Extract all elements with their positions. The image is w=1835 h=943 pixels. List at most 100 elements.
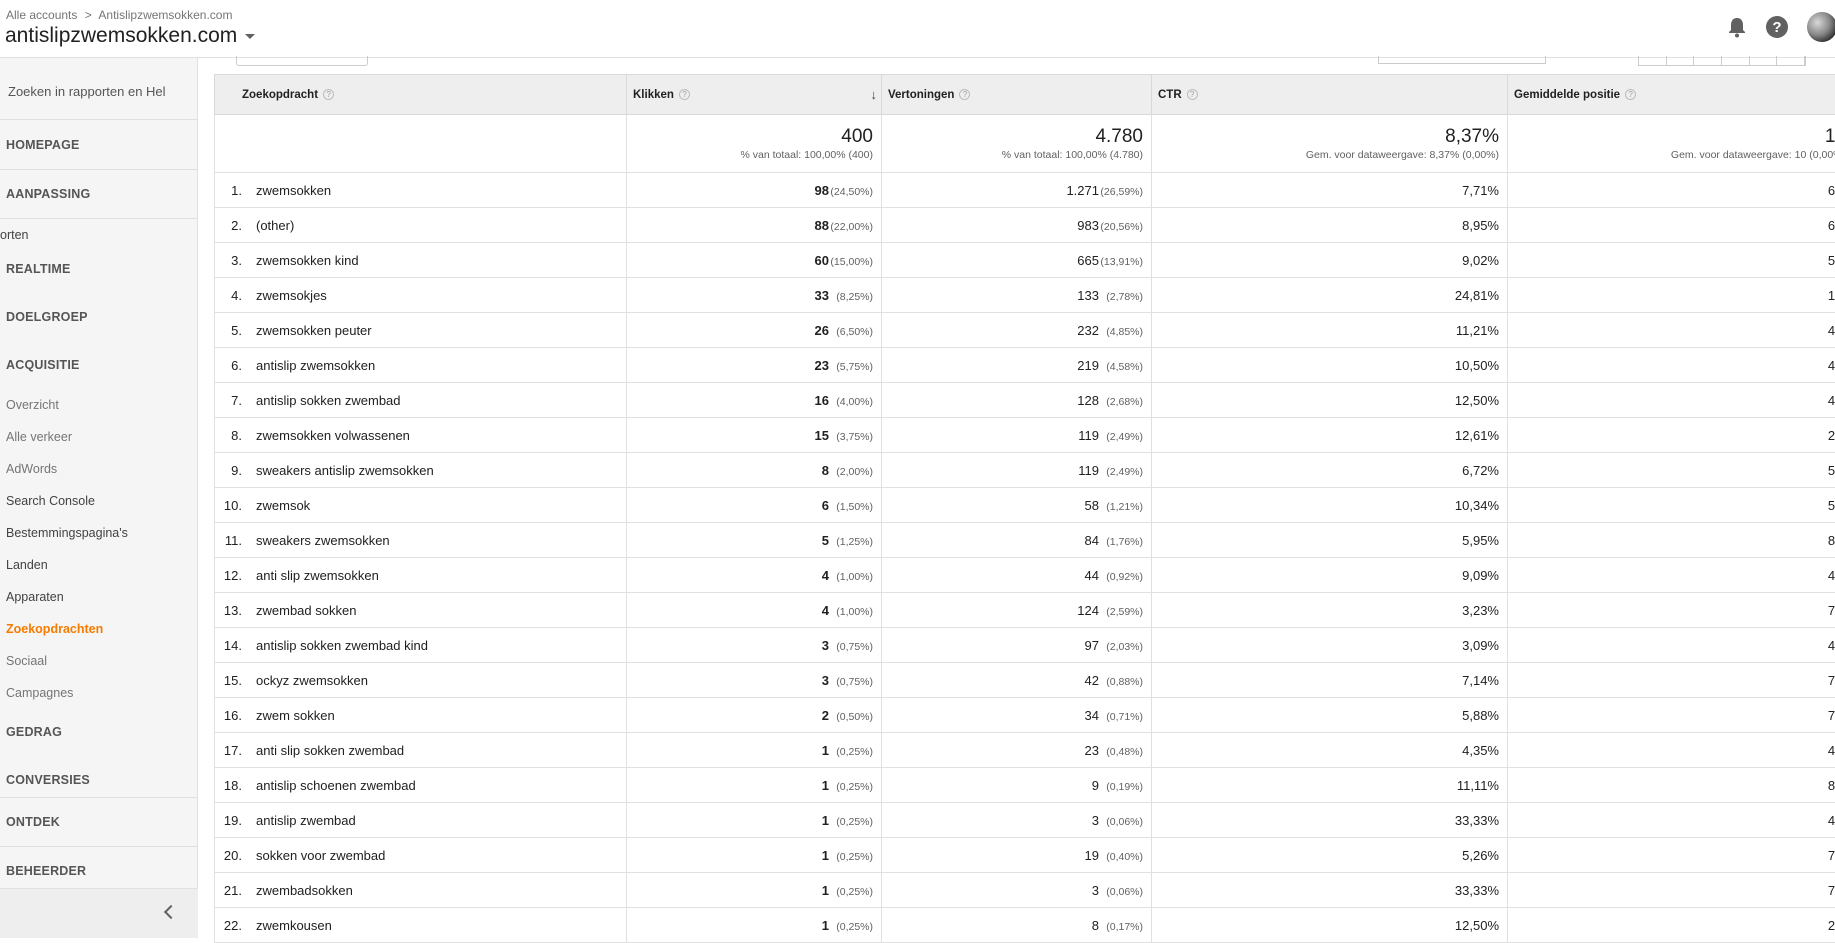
clicks-percent: (2,00%) — [829, 466, 873, 478]
view-comparison-button[interactable] — [1722, 56, 1750, 65]
clicks-value: 16 — [815, 393, 829, 408]
position-cell: 5,7 — [1508, 243, 1835, 278]
clicks-cell: 4(1,00%) — [627, 558, 882, 593]
position-value: 7,0 — [1828, 673, 1835, 688]
clicks-cell: 2(0,50%) — [627, 698, 882, 733]
column-header-clicks[interactable]: Klikken?↓ — [627, 75, 882, 115]
query-link[interactable]: zwemsokken peuter — [256, 323, 372, 338]
query-link[interactable]: antislip sokken zwembad kind — [256, 638, 428, 653]
breadcrumb-all-accounts[interactable]: Alle accounts — [6, 8, 77, 22]
query-link[interactable]: antislip zwemsokken — [256, 358, 375, 373]
query-link[interactable]: zwemkousen — [256, 918, 332, 933]
nav-acquisitie-sociaal[interactable]: Sociaal — [6, 654, 47, 668]
view-pivot-button[interactable] — [1750, 56, 1778, 65]
position-cell: 4,4 — [1508, 383, 1835, 418]
nav-aanpassing[interactable]: AANPASSING — [6, 187, 90, 201]
nav-zoekopdrachten[interactable]: Zoekopdrachten — [6, 622, 103, 636]
user-avatar[interactable] — [1807, 12, 1835, 42]
impressions-value: 8 — [1092, 918, 1099, 933]
clicks-value: 1 — [822, 778, 829, 793]
sidebar-collapse-button[interactable] — [0, 888, 198, 938]
segment-dropdown[interactable] — [236, 56, 368, 66]
position-value: 8,4 — [1828, 533, 1835, 548]
table-search-box[interactable] — [1378, 56, 1546, 64]
view-percentage-button[interactable] — [1667, 56, 1695, 65]
query-link[interactable]: sweakers antislip zwemsokken — [256, 463, 434, 478]
nav-acquisitie-overzicht[interactable]: Overzicht — [6, 398, 59, 412]
nav-beheerder[interactable]: BEHEERDER — [6, 864, 86, 878]
column-header-position[interactable]: Gemiddelde positie? — [1508, 75, 1835, 115]
clicks-percent: (8,25%) — [829, 291, 873, 303]
help-icon[interactable]: ? — [323, 89, 334, 100]
property-selector[interactable]: antislipzwemsokken.com — [5, 24, 255, 48]
row-number: 20. — [215, 848, 242, 863]
ctr-value: 12,61% — [1455, 428, 1499, 443]
view-table-button[interactable] — [1639, 56, 1667, 65]
report-search-input[interactable]: Zoeken in rapporten en Hel — [0, 58, 197, 120]
position-value: 4,0 — [1828, 568, 1835, 583]
nav-doelgroep[interactable]: DOELGROEP — [6, 310, 88, 324]
divider — [0, 218, 198, 219]
query-link[interactable]: antislip sokken zwembad — [256, 393, 401, 408]
query-link[interactable]: sweakers zwemsokken — [256, 533, 390, 548]
nav-realtime[interactable]: REALTIME — [6, 262, 71, 276]
query-link[interactable]: zwemsokjes — [256, 288, 327, 303]
position-cell: 7,8 — [1508, 838, 1835, 873]
nav-acquisitie-search-console[interactable]: Search Console — [6, 494, 95, 508]
nav-gedrag[interactable]: GEDRAG — [6, 725, 62, 739]
table-row: 5.zwemsokken peuter26(6,50%)232(4,85%)11… — [215, 313, 1835, 348]
query-link[interactable]: zwemsokken kind — [256, 253, 359, 268]
nav-bestemmingspaginas[interactable]: Bestemmingspagina's — [6, 526, 128, 540]
query-link[interactable]: anti slip zwemsokken — [256, 568, 379, 583]
column-header-impressions[interactable]: Vertoningen? — [882, 75, 1152, 115]
breadcrumb-account[interactable]: Antislipzwemsokken.com — [98, 8, 232, 22]
clicks-cell: 5(1,25%) — [627, 523, 882, 558]
help-icon[interactable]: ? — [1187, 89, 1198, 100]
help-icon[interactable]: ? — [679, 89, 690, 100]
query-link[interactable]: antislip schoenen zwembad — [256, 778, 416, 793]
query-cell: 6.antislip zwemsokken — [215, 348, 627, 383]
ctr-cell: 8,95% — [1152, 208, 1508, 243]
nav-acquisitie-campagnes[interactable]: Campagnes — [6, 686, 73, 700]
position-cell: 7,8 — [1508, 698, 1835, 733]
query-link[interactable]: sokken voor zwembad — [256, 848, 385, 863]
divider — [0, 169, 198, 170]
help-icon[interactable]: ? — [1765, 15, 1789, 39]
nav-landen[interactable]: Landen — [6, 558, 48, 572]
nav-acquisitie-adwords[interactable]: AdWords — [6, 462, 57, 476]
notifications-bell-icon[interactable] — [1727, 16, 1747, 38]
view-performance-button[interactable] — [1694, 56, 1722, 65]
table-row: 12.anti slip zwemsokken4(1,00%)44(0,92%)… — [215, 558, 1835, 593]
nav-homepage[interactable]: HOMEPAGE — [6, 138, 80, 152]
query-link[interactable]: zwemsok — [256, 498, 310, 513]
query-link[interactable]: antislip zwembad — [256, 813, 356, 828]
ctr-cell: 24,81% — [1152, 278, 1508, 313]
column-header-label: Klikken — [633, 89, 674, 101]
query-link[interactable]: anti slip sokken zwembad — [256, 743, 404, 758]
impressions-value: 23 — [1085, 743, 1099, 758]
query-link[interactable]: zwemsokken — [256, 183, 331, 198]
nav-ontdek[interactable]: ONTDEK — [6, 815, 60, 829]
nav-conversies[interactable]: CONVERSIES — [6, 773, 90, 787]
column-header-query[interactable]: Zoekopdracht? — [215, 75, 627, 115]
query-link[interactable]: (other) — [256, 218, 294, 233]
column-header-ctr[interactable]: CTR? — [1152, 75, 1508, 115]
clicks-cell: 4(1,00%) — [627, 593, 882, 628]
query-link[interactable]: zwem sokken — [256, 708, 335, 723]
help-icon[interactable]: ? — [1625, 89, 1636, 100]
query-link[interactable]: zwemsokken volwassenen — [256, 428, 410, 443]
help-icon[interactable]: ? — [959, 89, 970, 100]
position-cell: 5,6 — [1508, 453, 1835, 488]
query-link[interactable]: zwembadsokken — [256, 883, 353, 898]
clicks-cell: 26(6,50%) — [627, 313, 882, 348]
view-extra-button[interactable] — [1777, 56, 1805, 65]
nav-apparaten[interactable]: Apparaten — [6, 590, 64, 604]
query-link[interactable]: zwembad sokken — [256, 603, 356, 618]
position-value: 1,9 — [1828, 288, 1835, 303]
table-row: 8.zwemsokken volwassenen15(3,75%)119(2,4… — [215, 418, 1835, 453]
nav-acquisitie-alle-verkeer[interactable]: Alle verkeer — [6, 430, 72, 444]
query-link[interactable]: ockyz zwemsokken — [256, 673, 368, 688]
table-row: 15.ockyz zwemsokken3(0,75%)42(0,88%)7,14… — [215, 663, 1835, 698]
row-number: 15. — [215, 673, 242, 688]
nav-acquisitie[interactable]: ACQUISITIE — [6, 358, 80, 372]
